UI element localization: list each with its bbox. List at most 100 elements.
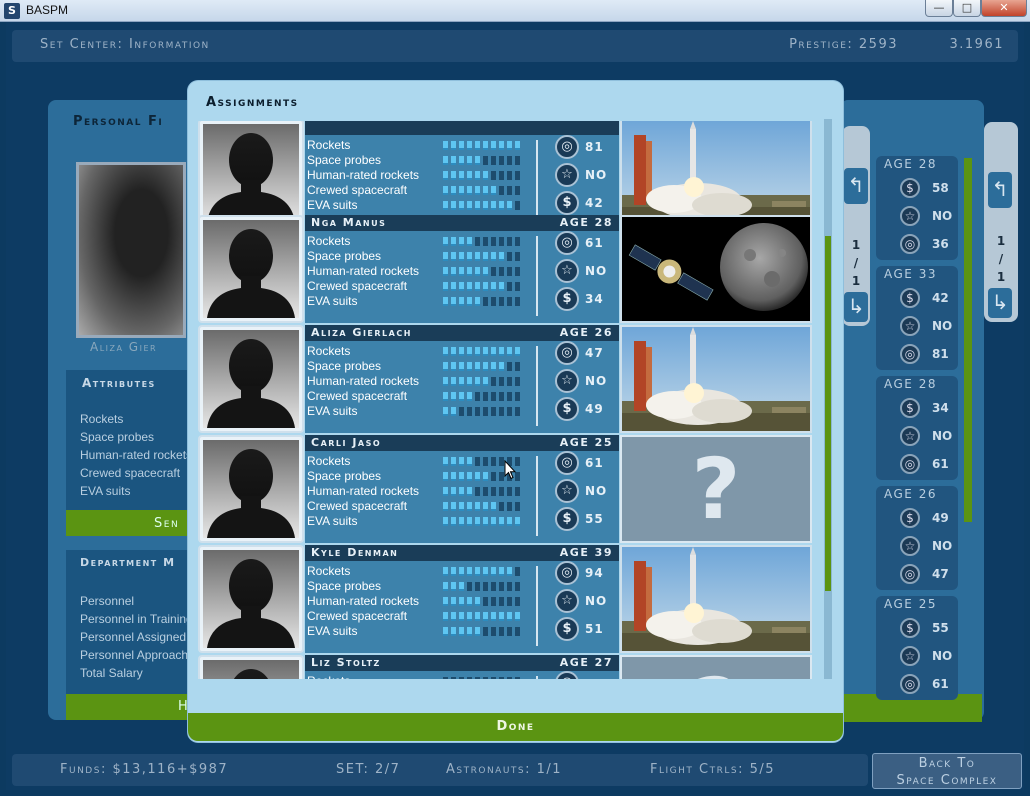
stat-knowledge: ◎ 94 <box>555 561 615 587</box>
personnel-age: AGE 39 <box>559 546 613 559</box>
silhouette-icon <box>203 330 299 428</box>
rocket-launch-thumbnail[interactable] <box>620 545 812 653</box>
skill-bar-segment <box>507 627 512 636</box>
skill-bar-segment <box>475 517 480 526</box>
skill-bar-segment <box>491 457 496 466</box>
maximize-button[interactable]: □ <box>953 0 981 17</box>
skill-bar-segment <box>483 171 488 180</box>
skill-bar-segment <box>443 156 448 165</box>
stat-value: 47 <box>585 346 604 360</box>
skill-bar-segment <box>483 517 488 526</box>
skill-bar-segment <box>499 377 504 386</box>
skill-bar-segment <box>491 472 496 481</box>
rocket-launch-thumbnail[interactable] <box>620 325 812 433</box>
skill-bar-segment <box>499 252 504 261</box>
skill-row: Space probes <box>307 579 537 594</box>
skill-bar-segment <box>491 141 496 150</box>
skill-bar-segment <box>483 282 488 291</box>
unassigned-thumbnail[interactable]: ? <box>620 655 812 679</box>
skill-bar-segment <box>443 582 448 591</box>
star-icon: ☆ <box>900 426 920 446</box>
skill-bar-segment <box>451 156 456 165</box>
skill-bar-segment <box>515 597 520 606</box>
skill-bar-segment <box>499 237 504 246</box>
bulb-icon: ◎ <box>900 234 920 254</box>
skill-bar-segment <box>459 297 464 306</box>
skill-row: Rockets <box>307 344 537 359</box>
stat-value: 51 <box>585 622 604 636</box>
personnel-row[interactable]: Kyle Denman AGE 39 Rockets Space probes Huma… <box>196 545 812 653</box>
personnel-row[interactable]: Carli Jaso AGE 25 Rockets Space probes Human… <box>196 435 812 543</box>
roster-card: AGE 25 $55 ☆ NO ◎ 61 <box>876 596 958 700</box>
skill-bar-segment <box>499 267 504 276</box>
skill-bar-segment <box>507 201 512 210</box>
skill-bar-segment <box>483 627 488 636</box>
skill-row: Crewed spacecraft <box>307 183 537 198</box>
bulb-icon: ◎ <box>555 135 579 159</box>
attribute-label: EVA suits <box>80 484 131 498</box>
unassigned-thumbnail[interactable]: ? <box>620 435 812 543</box>
personnel-row[interactable]: Aliza Gierlach AGE 26 Rockets Space probes H… <box>196 325 812 433</box>
personnel-portrait <box>198 545 304 653</box>
skill-bar-segment <box>483 612 488 621</box>
scrollbar-thumb[interactable] <box>825 236 831 591</box>
skill-bar-segment <box>507 362 512 371</box>
back-button-line1: Back To <box>918 756 976 771</box>
personnel-list[interactable]: Rockets Space probes Human-rated rockets Cr… <box>196 121 822 679</box>
skill-row: EVA suits <box>307 198 537 213</box>
skill-bar-segment <box>515 267 520 276</box>
dialog-title: Assignments <box>206 95 299 110</box>
skill-bar-segment <box>443 201 448 210</box>
skill-bar-segment <box>499 347 504 356</box>
personnel-name: Nga Manus <box>311 216 387 229</box>
skill-bar-segment <box>515 627 520 636</box>
skill-bar-segment <box>451 502 456 511</box>
skill-bar-segment <box>515 407 520 416</box>
skill-bar-segment <box>443 677 448 679</box>
skill-bar-segment <box>483 237 488 246</box>
done-button[interactable]: Done <box>188 713 843 741</box>
skill-bar-segment <box>443 282 448 291</box>
skill-bar-segment <box>507 487 512 496</box>
star-icon: ☆ <box>555 369 579 393</box>
personnel-row[interactable]: Liz StoltzAGE 27RocketsSpace probesHuman… <box>196 655 812 679</box>
space-probe-thumbnail[interactable] <box>620 215 812 323</box>
personnel-row[interactable]: Rockets Space probes Human-rated rockets Cr… <box>196 121 812 227</box>
skill-label: Human-rated rockets <box>307 484 420 498</box>
skill-bar-segment <box>499 677 504 679</box>
page-current: 1 <box>851 238 861 252</box>
roster-card-value: NO <box>932 649 953 663</box>
skill-bar-segment <box>515 567 520 576</box>
skill-bar-segment <box>459 487 464 496</box>
rocket-launch-thumbnail[interactable] <box>620 121 812 227</box>
skill-bar-segment <box>515 186 520 195</box>
skill-bar-segment <box>507 407 512 416</box>
skill-bar-segment <box>515 677 520 679</box>
page-down-icon: ↳ <box>844 292 868 322</box>
skill-bar-segment <box>475 612 480 621</box>
skill-bar-segment <box>483 362 488 371</box>
skill-label: EVA suits <box>307 514 358 528</box>
skill-label: Crewed spacecraft <box>307 609 408 623</box>
skill-bar-segment <box>443 472 448 481</box>
stat-bonus: ☆ NO <box>555 479 615 505</box>
skill-bar-segment <box>451 627 456 636</box>
skill-label: Crewed spacecraft <box>307 183 408 197</box>
back-to-space-complex-button[interactable]: Back To Space Complex <box>872 753 1022 789</box>
skill-bar-segment <box>491 517 496 526</box>
skill-row: Space probes <box>307 249 537 264</box>
skill-bar-segment <box>483 297 488 306</box>
department-title: Department M <box>80 556 176 569</box>
skill-bar-segment <box>483 267 488 276</box>
minimize-button[interactable]: — <box>925 0 953 17</box>
personal-file-title: Personal Fi <box>73 114 164 129</box>
skill-bar-segment <box>491 297 496 306</box>
personnel-row[interactable]: Nga Manus AGE 28 Rockets Space probes Human-… <box>196 215 812 323</box>
skill-bar-segment <box>443 517 448 526</box>
skill-bar-segment <box>499 392 504 401</box>
close-button[interactable]: ✕ <box>981 0 1027 17</box>
skill-label: Human-rated rockets <box>307 168 420 182</box>
personnel-name: Liz Stoltz <box>311 656 381 669</box>
skill-bar-segment <box>475 237 480 246</box>
dollar-icon: $ <box>555 191 579 215</box>
